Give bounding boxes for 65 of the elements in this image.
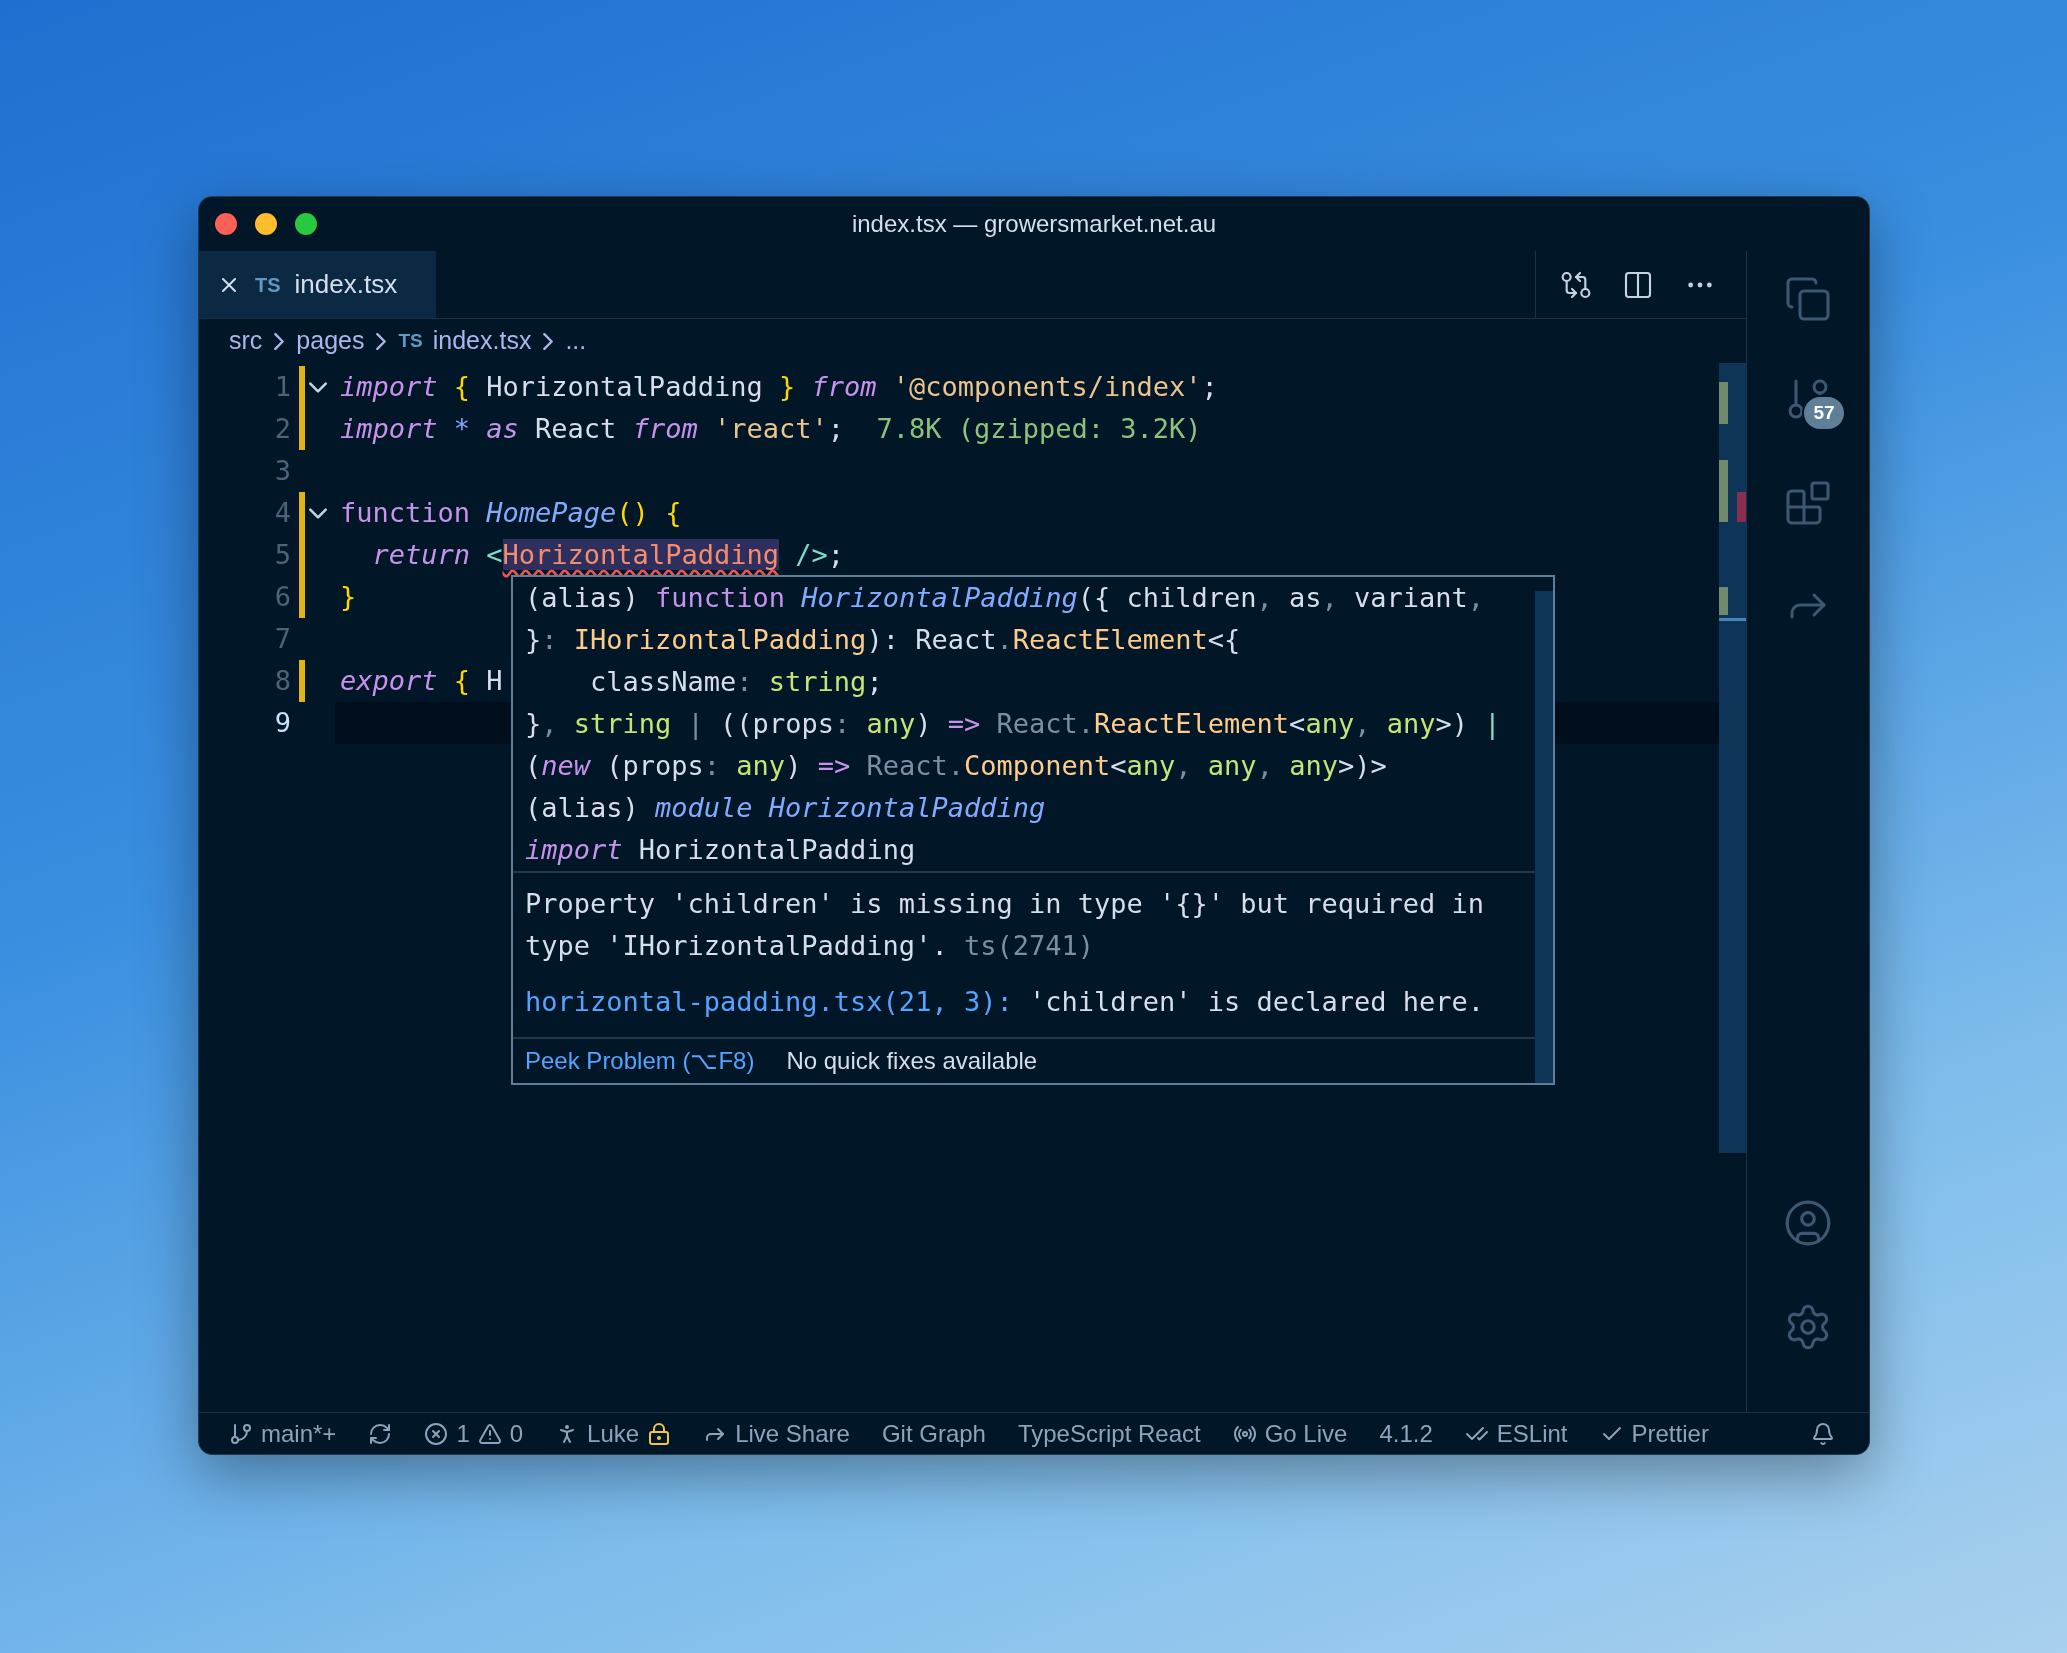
signature-line: }, string | ((props: any) => React.ReactElement<any, any>) | <box>525 706 1501 742</box>
code-line: import { HorizontalPadding } from '@components/index'; <box>340 369 1218 404</box>
status-label[interactable]: Go Live <box>1264 1415 1348 1452</box>
code-line: function HomePage() { <box>340 495 682 530</box>
breadcrumb-item[interactable]: ... <box>565 322 587 360</box>
extensions-icon[interactable] <box>1784 479 1832 527</box>
quick-fix-status: No quick fixes available <box>786 1046 1038 1076</box>
related-info-text: 'children' is declared here. <box>1028 986 1485 1017</box>
error-message: Property 'children' is missing in type '{}' but required in type 'IHorizontalPadding'. ts(2741) <box>525 887 1486 963</box>
line-number: 1 <box>273 369 291 404</box>
status-label[interactable]: Luke <box>587 1415 640 1452</box>
status-label[interactable]: main*+ <box>261 1415 337 1452</box>
close-window-button[interactable] <box>215 213 237 235</box>
signature-line: import HorizontalPadding <box>525 832 916 867</box>
lock-icon <box>647 1421 672 1446</box>
fold-chevron-icon[interactable] <box>309 381 327 393</box>
minimize-window-button[interactable] <box>255 213 277 235</box>
warning-count[interactable]: 0 <box>509 1415 524 1452</box>
error-icon <box>424 1421 449 1446</box>
status-label[interactable]: TypeScript React <box>1017 1415 1201 1452</box>
fold-chevron-icon[interactable] <box>309 507 327 519</box>
file-type-label: TS <box>398 328 423 353</box>
line-number: 7 <box>273 621 291 656</box>
popup-scrollbar[interactable] <box>1535 591 1553 1083</box>
file-type-label: TS <box>255 272 281 298</box>
breadcrumb-item[interactable]: src <box>229 322 263 360</box>
line-number: 9 <box>273 705 291 740</box>
signature-line: (alias) module HorizontalPadding <box>525 790 1046 825</box>
notification-badge: 57 <box>1802 395 1846 431</box>
files-icon[interactable] <box>1784 275 1832 323</box>
signature-line: (new (props: any) => React.Component<any, any, any>)> <box>525 748 1387 783</box>
chevron-right-icon <box>376 332 387 350</box>
line-number: 3 <box>273 453 291 488</box>
status-label[interactable]: Live Share <box>735 1415 850 1452</box>
line-number: 8 <box>273 663 291 698</box>
status-label[interactable]: Prettier <box>1631 1415 1709 1452</box>
status-label[interactable]: 4.1.2 <box>1379 1415 1433 1452</box>
tab-label: index.tsx <box>294 268 398 301</box>
sync-icon[interactable] <box>368 1421 393 1446</box>
signature-line: }: IHorizontalPadding): React.ReactElement<{ <box>525 622 1241 657</box>
related-location-link[interactable]: horizontal-padding.tsx(21, 3): <box>525 986 1013 1017</box>
line-number: 4 <box>273 495 291 530</box>
warning-icon <box>477 1421 502 1446</box>
error-count[interactable]: 1 <box>456 1415 470 1452</box>
signature-line: (alias) function HorizontalPadding({ children, as, variant, <box>525 580 1485 615</box>
chevron-right-icon <box>543 332 554 350</box>
line-number: 6 <box>273 579 291 614</box>
window-title: index.tsx — growersmarket.net.au <box>851 209 1217 239</box>
zoom-window-button[interactable] <box>295 213 317 235</box>
line-number: 2 <box>273 411 291 446</box>
code-line: } <box>340 579 357 614</box>
branch-icon <box>229 1421 253 1446</box>
editor-tab[interactable]: TS index.tsx <box>199 251 436 318</box>
peek-problem-link[interactable]: Peek Problem (⌥F8) <box>525 1043 755 1079</box>
code-line: export { H <box>340 663 503 698</box>
line-number: 5 <box>273 537 291 572</box>
status-label[interactable]: ESLint <box>1496 1415 1568 1452</box>
breadcrumb-item[interactable]: index.tsx <box>432 322 532 360</box>
signature-line: className: string; <box>589 664 883 699</box>
notification-bell-icon[interactable] <box>1811 1421 1835 1446</box>
breadcrumb-item[interactable]: pages <box>296 322 365 360</box>
account-icon[interactable] <box>1783 1198 1833 1248</box>
status-label[interactable]: Git Graph <box>881 1415 986 1452</box>
chevron-right-icon <box>274 332 285 350</box>
code-line: import * as React from 'react'; 7.8K (gzipped: 3.2K) <box>340 411 1202 446</box>
